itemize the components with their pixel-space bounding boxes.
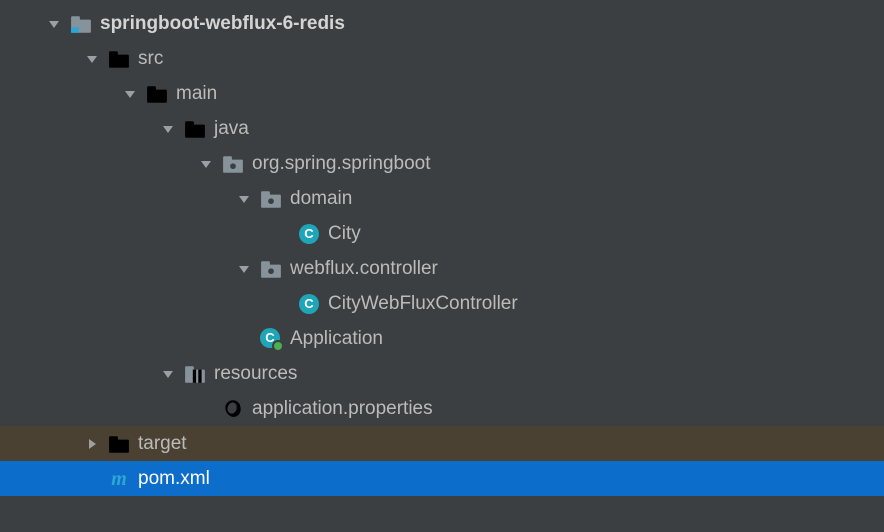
package-icon bbox=[260, 258, 282, 280]
tree-item-file-pom[interactable]: m pom.xml bbox=[0, 461, 884, 496]
expand-arrow-icon[interactable] bbox=[234, 259, 254, 279]
tree-item-project-root[interactable]: springboot-webflux-6-redis bbox=[0, 6, 884, 41]
tree-item-src[interactable]: src bbox=[0, 41, 884, 76]
tree-item-target[interactable]: target bbox=[0, 426, 884, 461]
expand-arrow-icon[interactable] bbox=[82, 49, 102, 69]
expand-arrow-icon[interactable] bbox=[158, 119, 178, 139]
tree-item-label: City bbox=[328, 224, 361, 243]
tree-item-class-citywebfluxcontroller[interactable]: C CityWebFluxController bbox=[0, 286, 884, 321]
tree-item-label: target bbox=[138, 434, 187, 453]
tree-item-label: domain bbox=[290, 189, 352, 208]
tree-item-package-domain[interactable]: domain bbox=[0, 181, 884, 216]
folder-icon bbox=[108, 48, 130, 70]
expand-arrow-icon[interactable] bbox=[158, 364, 178, 384]
tree-item-label: Application bbox=[290, 329, 383, 348]
tree-item-package-controller[interactable]: webflux.controller bbox=[0, 251, 884, 286]
tree-item-class-city[interactable]: C City bbox=[0, 216, 884, 251]
tree-item-resources[interactable]: resources bbox=[0, 356, 884, 391]
expand-arrow-icon[interactable] bbox=[234, 189, 254, 209]
tree-item-label: CityWebFluxController bbox=[328, 294, 518, 313]
package-icon bbox=[222, 153, 244, 175]
tree-item-class-application[interactable]: C Application bbox=[0, 321, 884, 356]
tree-item-java[interactable]: java bbox=[0, 111, 884, 146]
maven-icon: m bbox=[108, 468, 130, 490]
tree-item-label: resources bbox=[214, 364, 297, 383]
tree-item-label: springboot-webflux-6-redis bbox=[100, 14, 345, 33]
tree-item-label: application.properties bbox=[252, 399, 433, 418]
resources-folder-icon bbox=[184, 363, 206, 385]
module-folder-icon bbox=[70, 13, 92, 35]
tree-item-label: org.spring.springboot bbox=[252, 154, 431, 173]
tree-item-main[interactable]: main bbox=[0, 76, 884, 111]
tree-item-label: src bbox=[138, 49, 163, 68]
expand-arrow-icon[interactable] bbox=[82, 434, 102, 454]
class-icon: C bbox=[298, 223, 320, 245]
expand-arrow-icon[interactable] bbox=[120, 84, 140, 104]
spring-config-icon bbox=[222, 398, 244, 420]
tree-item-package-root[interactable]: org.spring.springboot bbox=[0, 146, 884, 181]
package-icon bbox=[260, 188, 282, 210]
tree-item-label: webflux.controller bbox=[290, 259, 438, 278]
tree-item-file-app-properties[interactable]: application.properties bbox=[0, 391, 884, 426]
tree-item-label: main bbox=[176, 84, 217, 103]
excluded-folder-icon bbox=[108, 433, 130, 455]
expand-arrow-icon[interactable] bbox=[196, 154, 216, 174]
tree-item-label: pom.xml bbox=[138, 469, 210, 488]
tree-item-label: java bbox=[214, 119, 249, 138]
project-tree[interactable]: springboot-webflux-6-redis src main java… bbox=[0, 0, 884, 496]
expand-arrow-icon[interactable] bbox=[44, 14, 64, 34]
folder-icon bbox=[146, 83, 168, 105]
runnable-class-icon: C bbox=[260, 328, 282, 350]
class-icon: C bbox=[298, 293, 320, 315]
source-folder-icon bbox=[184, 118, 206, 140]
